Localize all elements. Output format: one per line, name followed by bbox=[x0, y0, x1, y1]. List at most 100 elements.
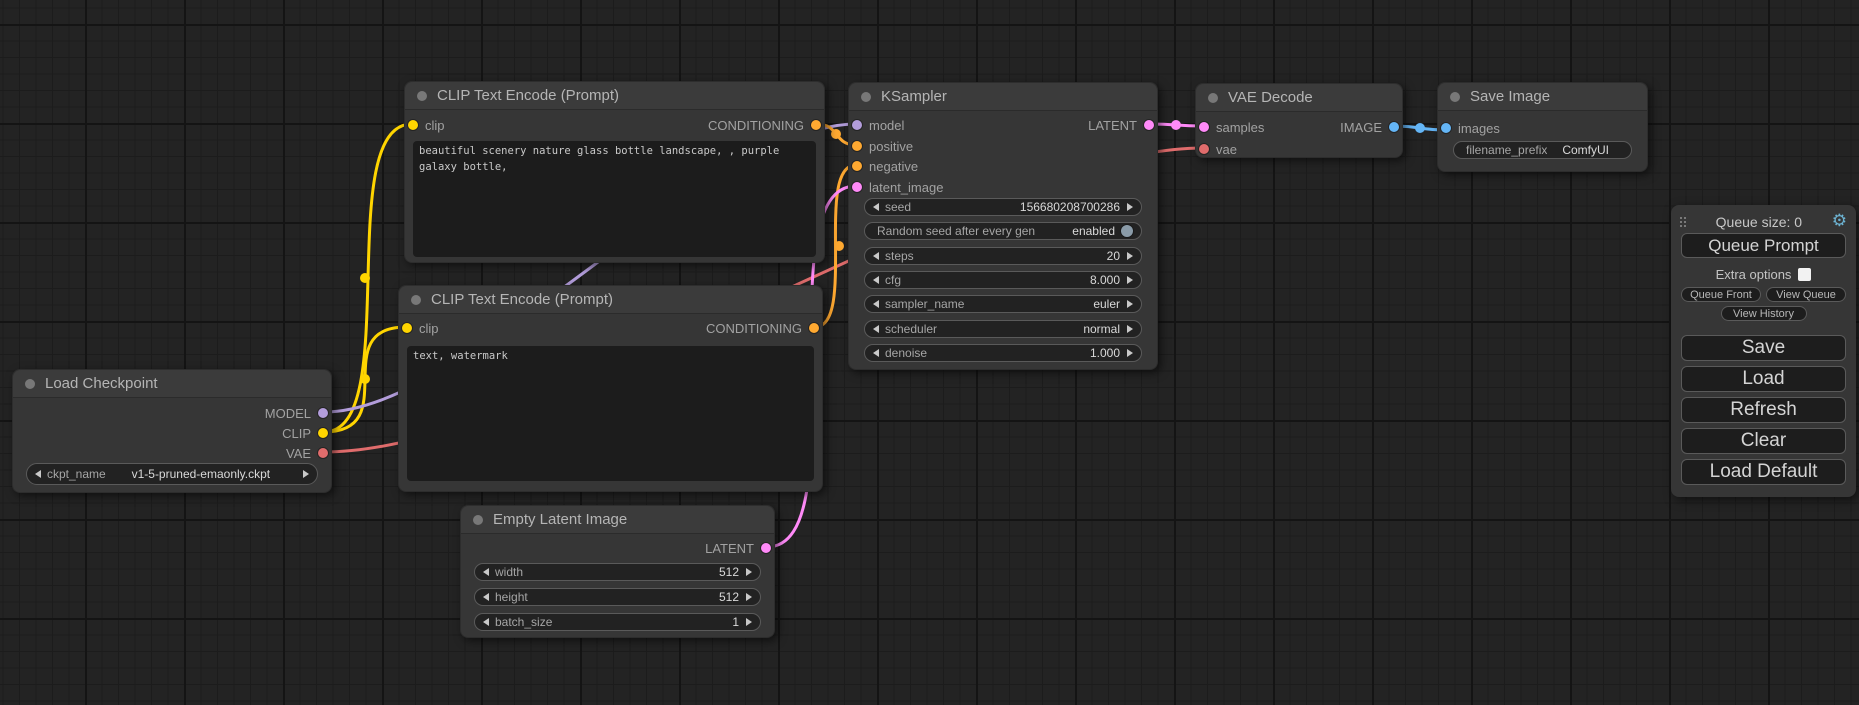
collapse-dot-icon[interactable] bbox=[1450, 92, 1460, 102]
increment-arrow-icon[interactable] bbox=[1127, 325, 1133, 333]
collapse-dot-icon[interactable] bbox=[473, 515, 483, 525]
node-title-bar[interactable]: Save Image bbox=[1438, 83, 1647, 111]
node-graph-canvas[interactable]: CLIP Text Encode (Prompt) clip CONDITION… bbox=[0, 0, 1859, 705]
input-port-clip[interactable]: clip bbox=[402, 318, 439, 338]
cfg-widget[interactable]: cfg 8.000 bbox=[864, 271, 1142, 289]
width-widget[interactable]: width 512 bbox=[474, 563, 761, 581]
positive-prompt-textarea[interactable]: beautiful scenery nature glass bottle la… bbox=[413, 141, 816, 257]
node-empty-latent-image[interactable]: Empty Latent Image LATENT width 512 heig… bbox=[460, 505, 775, 638]
conditioning-port-dot[interactable] bbox=[809, 323, 819, 333]
model-port-dot[interactable] bbox=[318, 408, 328, 418]
clip-port-dot[interactable] bbox=[318, 428, 328, 438]
decrement-arrow-icon[interactable] bbox=[873, 300, 879, 308]
collapse-dot-icon[interactable] bbox=[1208, 93, 1218, 103]
input-port-model[interactable]: model bbox=[852, 115, 904, 135]
vae-port-dot[interactable] bbox=[1199, 144, 1209, 154]
node-load-checkpoint[interactable]: Load Checkpoint MODEL CLIP VAE ckpt_name… bbox=[12, 369, 332, 493]
collapse-dot-icon[interactable] bbox=[417, 91, 427, 101]
decrement-arrow-icon[interactable] bbox=[483, 618, 489, 626]
settings-gear-icon[interactable]: ⚙ bbox=[1832, 213, 1847, 230]
decrement-arrow-icon[interactable] bbox=[873, 203, 879, 211]
increment-arrow-icon[interactable] bbox=[1127, 252, 1133, 260]
output-port-conditioning[interactable]: CONDITIONING bbox=[706, 318, 819, 338]
output-port-latent[interactable]: LATENT bbox=[1088, 115, 1154, 135]
decrement-arrow-icon[interactable] bbox=[873, 349, 879, 357]
output-port-clip[interactable]: CLIP bbox=[282, 423, 328, 443]
node-title-bar[interactable]: Empty Latent Image bbox=[461, 506, 774, 534]
node-clip-text-encode-negative[interactable]: CLIP Text Encode (Prompt) clip CONDITION… bbox=[398, 285, 823, 492]
latent-port-dot[interactable] bbox=[761, 543, 771, 553]
clear-button[interactable]: Clear bbox=[1681, 428, 1846, 454]
view-queue-button[interactable]: View Queue bbox=[1766, 287, 1846, 302]
conditioning-port-dot[interactable] bbox=[852, 141, 862, 151]
sampler-name-widget[interactable]: sampler_name euler bbox=[864, 295, 1142, 313]
model-port-dot[interactable] bbox=[852, 120, 862, 130]
latent-port-dot[interactable] bbox=[1199, 122, 1209, 132]
toggle-indicator-icon[interactable] bbox=[1121, 225, 1133, 237]
ckpt-name-widget[interactable]: ckpt_name v1-5-pruned-emaonly.ckpt bbox=[26, 463, 318, 485]
increment-arrow-icon[interactable] bbox=[746, 568, 752, 576]
input-port-clip[interactable]: clip bbox=[408, 115, 445, 135]
increment-arrow-icon[interactable] bbox=[1127, 349, 1133, 357]
increment-arrow-icon[interactable] bbox=[303, 470, 309, 478]
input-port-samples[interactable]: samples bbox=[1199, 117, 1264, 137]
input-port-images[interactable]: images bbox=[1441, 118, 1500, 138]
node-save-image[interactable]: Save Image images filename_prefix ComfyU… bbox=[1437, 82, 1648, 172]
decrement-arrow-icon[interactable] bbox=[483, 593, 489, 601]
node-ksampler[interactable]: KSampler model positive negative latent_… bbox=[848, 82, 1158, 370]
queue-prompt-button[interactable]: Queue Prompt bbox=[1681, 233, 1846, 258]
node-title-bar[interactable]: VAE Decode bbox=[1196, 84, 1402, 112]
collapse-dot-icon[interactable] bbox=[25, 379, 35, 389]
view-history-button[interactable]: View History bbox=[1721, 306, 1807, 321]
queue-front-button[interactable]: Queue Front bbox=[1681, 287, 1761, 302]
load-button[interactable]: Load bbox=[1681, 366, 1846, 392]
vae-port-dot[interactable] bbox=[318, 448, 328, 458]
conditioning-port-dot[interactable] bbox=[852, 161, 862, 171]
decrement-arrow-icon[interactable] bbox=[35, 470, 41, 478]
save-button[interactable]: Save bbox=[1681, 335, 1846, 361]
input-port-positive[interactable]: positive bbox=[852, 136, 913, 156]
increment-arrow-icon[interactable] bbox=[1127, 203, 1133, 211]
batch-size-widget[interactable]: batch_size 1 bbox=[474, 613, 761, 631]
height-widget[interactable]: height 512 bbox=[474, 588, 761, 606]
latent-port-dot[interactable] bbox=[852, 182, 862, 192]
scheduler-widget[interactable]: scheduler normal bbox=[864, 320, 1142, 338]
node-title-bar[interactable]: CLIP Text Encode (Prompt) bbox=[399, 286, 822, 314]
decrement-arrow-icon[interactable] bbox=[873, 276, 879, 284]
output-port-image[interactable]: IMAGE bbox=[1340, 117, 1399, 137]
input-port-latent-image[interactable]: latent_image bbox=[852, 177, 943, 197]
image-port-dot[interactable] bbox=[1441, 123, 1451, 133]
image-port-dot[interactable] bbox=[1389, 122, 1399, 132]
node-title-bar[interactable]: KSampler bbox=[849, 83, 1157, 111]
collapse-dot-icon[interactable] bbox=[411, 295, 421, 305]
output-port-model[interactable]: MODEL bbox=[265, 403, 328, 423]
queue-menu-panel[interactable]: Queue size: 0 ⚙ Queue Prompt Extra optio… bbox=[1671, 205, 1856, 497]
extra-options-checkbox[interactable] bbox=[1798, 268, 1811, 281]
node-vae-decode[interactable]: VAE Decode samples vae IMAGE bbox=[1195, 83, 1403, 158]
input-port-negative[interactable]: negative bbox=[852, 156, 918, 176]
steps-widget[interactable]: steps 20 bbox=[864, 247, 1142, 265]
node-clip-text-encode-positive[interactable]: CLIP Text Encode (Prompt) clip CONDITION… bbox=[404, 81, 825, 263]
decrement-arrow-icon[interactable] bbox=[483, 568, 489, 576]
increment-arrow-icon[interactable] bbox=[1127, 300, 1133, 308]
output-port-conditioning[interactable]: CONDITIONING bbox=[708, 115, 821, 135]
load-default-button[interactable]: Load Default bbox=[1681, 459, 1846, 485]
random-seed-toggle-widget[interactable]: Random seed after every gen enabled bbox=[864, 222, 1142, 240]
node-title-bar[interactable]: Load Checkpoint bbox=[13, 370, 331, 398]
refresh-button[interactable]: Refresh bbox=[1681, 397, 1846, 423]
decrement-arrow-icon[interactable] bbox=[873, 325, 879, 333]
collapse-dot-icon[interactable] bbox=[861, 92, 871, 102]
conditioning-port-dot[interactable] bbox=[811, 120, 821, 130]
latent-port-dot[interactable] bbox=[1144, 120, 1154, 130]
denoise-widget[interactable]: denoise 1.000 bbox=[864, 344, 1142, 362]
increment-arrow-icon[interactable] bbox=[746, 593, 752, 601]
seed-widget[interactable]: seed 156680208700286 bbox=[864, 198, 1142, 216]
filename-prefix-widget[interactable]: filename_prefix ComfyUI bbox=[1453, 141, 1632, 159]
increment-arrow-icon[interactable] bbox=[746, 618, 752, 626]
output-port-vae[interactable]: VAE bbox=[286, 443, 328, 463]
increment-arrow-icon[interactable] bbox=[1127, 276, 1133, 284]
node-title-bar[interactable]: CLIP Text Encode (Prompt) bbox=[405, 82, 824, 110]
clip-port-dot[interactable] bbox=[408, 120, 418, 130]
negative-prompt-textarea[interactable]: text, watermark bbox=[407, 346, 814, 481]
clip-port-dot[interactable] bbox=[402, 323, 412, 333]
